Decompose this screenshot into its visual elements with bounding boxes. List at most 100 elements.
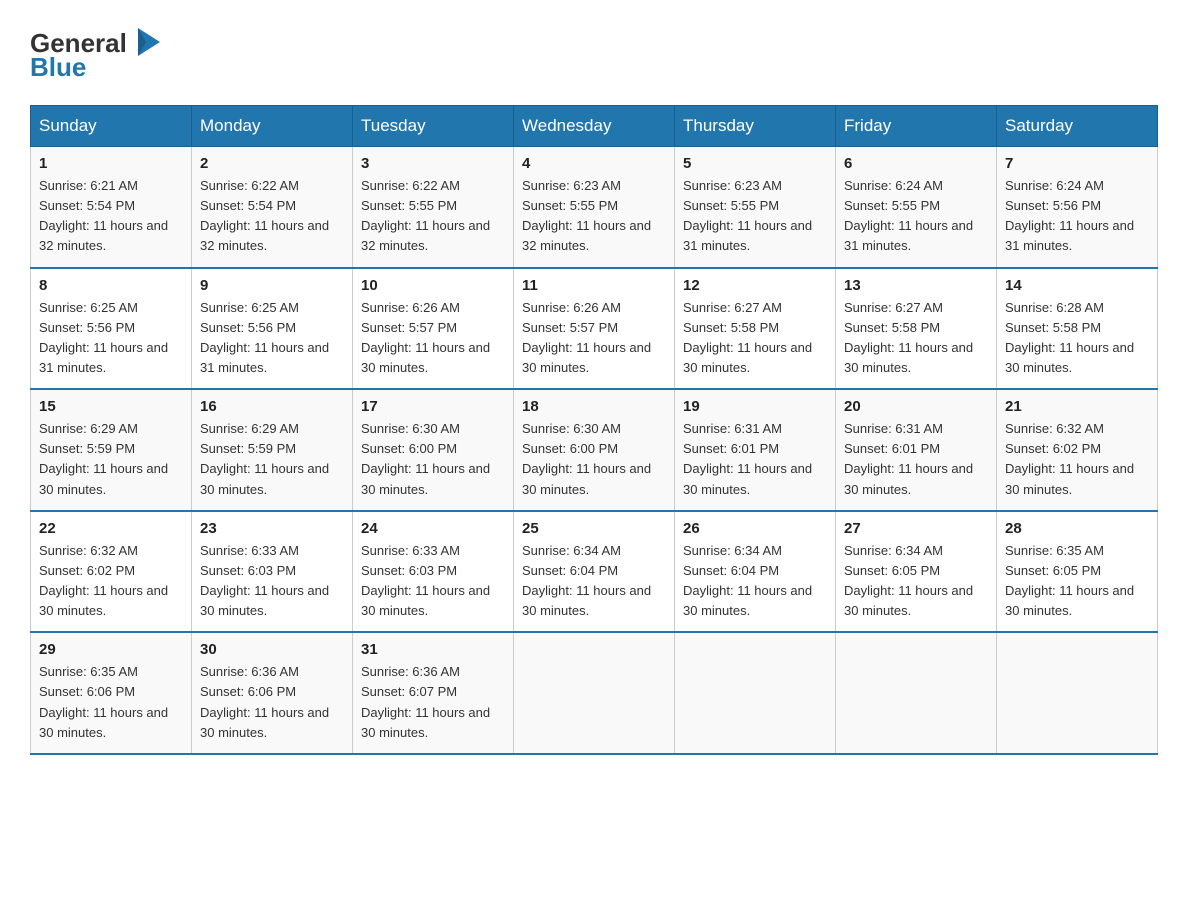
- day-info: Sunrise: 6:24 AMSunset: 5:55 PMDaylight:…: [844, 176, 988, 257]
- day-info: Sunrise: 6:29 AMSunset: 5:59 PMDaylight:…: [39, 419, 183, 500]
- calendar-body: 1 Sunrise: 6:21 AMSunset: 5:54 PMDayligh…: [31, 147, 1158, 754]
- day-number: 3: [361, 155, 505, 172]
- day-number: 29: [39, 641, 183, 658]
- day-cell-27: 27 Sunrise: 6:34 AMSunset: 6:05 PMDaylig…: [836, 511, 997, 633]
- day-number: 26: [683, 520, 827, 537]
- empty-cell: [836, 632, 997, 754]
- day-cell-2: 2 Sunrise: 6:22 AMSunset: 5:54 PMDayligh…: [192, 147, 353, 268]
- day-cell-7: 7 Sunrise: 6:24 AMSunset: 5:56 PMDayligh…: [997, 147, 1158, 268]
- day-number: 20: [844, 398, 988, 415]
- day-info: Sunrise: 6:33 AMSunset: 6:03 PMDaylight:…: [361, 541, 505, 622]
- empty-cell: [997, 632, 1158, 754]
- day-number: 27: [844, 520, 988, 537]
- day-cell-25: 25 Sunrise: 6:34 AMSunset: 6:04 PMDaylig…: [514, 511, 675, 633]
- day-info: Sunrise: 6:25 AMSunset: 5:56 PMDaylight:…: [39, 298, 183, 379]
- day-info: Sunrise: 6:26 AMSunset: 5:57 PMDaylight:…: [522, 298, 666, 379]
- day-cell-3: 3 Sunrise: 6:22 AMSunset: 5:55 PMDayligh…: [353, 147, 514, 268]
- day-number: 16: [200, 398, 344, 415]
- day-cell-24: 24 Sunrise: 6:33 AMSunset: 6:03 PMDaylig…: [353, 511, 514, 633]
- day-cell-29: 29 Sunrise: 6:35 AMSunset: 6:06 PMDaylig…: [31, 632, 192, 754]
- day-header-wednesday: Wednesday: [514, 106, 675, 147]
- day-header-thursday: Thursday: [675, 106, 836, 147]
- week-row-1: 1 Sunrise: 6:21 AMSunset: 5:54 PMDayligh…: [31, 147, 1158, 268]
- week-row-5: 29 Sunrise: 6:35 AMSunset: 6:06 PMDaylig…: [31, 632, 1158, 754]
- day-info: Sunrise: 6:30 AMSunset: 6:00 PMDaylight:…: [522, 419, 666, 500]
- day-number: 31: [361, 641, 505, 658]
- day-cell-23: 23 Sunrise: 6:33 AMSunset: 6:03 PMDaylig…: [192, 511, 353, 633]
- day-number: 7: [1005, 155, 1149, 172]
- day-number: 23: [200, 520, 344, 537]
- day-header-friday: Friday: [836, 106, 997, 147]
- logo: General Blue: [30, 20, 170, 85]
- day-number: 28: [1005, 520, 1149, 537]
- day-number: 14: [1005, 277, 1149, 294]
- day-cell-30: 30 Sunrise: 6:36 AMSunset: 6:06 PMDaylig…: [192, 632, 353, 754]
- day-number: 6: [844, 155, 988, 172]
- empty-cell: [514, 632, 675, 754]
- day-info: Sunrise: 6:27 AMSunset: 5:58 PMDaylight:…: [683, 298, 827, 379]
- day-info: Sunrise: 6:23 AMSunset: 5:55 PMDaylight:…: [522, 176, 666, 257]
- day-header-monday: Monday: [192, 106, 353, 147]
- day-cell-12: 12 Sunrise: 6:27 AMSunset: 5:58 PMDaylig…: [675, 268, 836, 390]
- day-number: 2: [200, 155, 344, 172]
- day-number: 8: [39, 277, 183, 294]
- day-number: 24: [361, 520, 505, 537]
- day-info: Sunrise: 6:32 AMSunset: 6:02 PMDaylight:…: [1005, 419, 1149, 500]
- day-info: Sunrise: 6:22 AMSunset: 5:55 PMDaylight:…: [361, 176, 505, 257]
- day-number: 5: [683, 155, 827, 172]
- day-number: 4: [522, 155, 666, 172]
- day-info: Sunrise: 6:33 AMSunset: 6:03 PMDaylight:…: [200, 541, 344, 622]
- day-number: 15: [39, 398, 183, 415]
- day-cell-21: 21 Sunrise: 6:32 AMSunset: 6:02 PMDaylig…: [997, 389, 1158, 511]
- day-info: Sunrise: 6:35 AMSunset: 6:06 PMDaylight:…: [39, 662, 183, 743]
- day-cell-4: 4 Sunrise: 6:23 AMSunset: 5:55 PMDayligh…: [514, 147, 675, 268]
- day-header-tuesday: Tuesday: [353, 106, 514, 147]
- day-number: 30: [200, 641, 344, 658]
- day-cell-16: 16 Sunrise: 6:29 AMSunset: 5:59 PMDaylig…: [192, 389, 353, 511]
- day-info: Sunrise: 6:22 AMSunset: 5:54 PMDaylight:…: [200, 176, 344, 257]
- day-cell-31: 31 Sunrise: 6:36 AMSunset: 6:07 PMDaylig…: [353, 632, 514, 754]
- day-cell-17: 17 Sunrise: 6:30 AMSunset: 6:00 PMDaylig…: [353, 389, 514, 511]
- day-info: Sunrise: 6:31 AMSunset: 6:01 PMDaylight:…: [844, 419, 988, 500]
- day-info: Sunrise: 6:31 AMSunset: 6:01 PMDaylight:…: [683, 419, 827, 500]
- week-row-3: 15 Sunrise: 6:29 AMSunset: 5:59 PMDaylig…: [31, 389, 1158, 511]
- day-header-sunday: Sunday: [31, 106, 192, 147]
- day-info: Sunrise: 6:21 AMSunset: 5:54 PMDaylight:…: [39, 176, 183, 257]
- day-info: Sunrise: 6:36 AMSunset: 6:07 PMDaylight:…: [361, 662, 505, 743]
- day-info: Sunrise: 6:36 AMSunset: 6:06 PMDaylight:…: [200, 662, 344, 743]
- day-header-saturday: Saturday: [997, 106, 1158, 147]
- day-cell-1: 1 Sunrise: 6:21 AMSunset: 5:54 PMDayligh…: [31, 147, 192, 268]
- day-info: Sunrise: 6:27 AMSunset: 5:58 PMDaylight:…: [844, 298, 988, 379]
- day-cell-22: 22 Sunrise: 6:32 AMSunset: 6:02 PMDaylig…: [31, 511, 192, 633]
- day-cell-15: 15 Sunrise: 6:29 AMSunset: 5:59 PMDaylig…: [31, 389, 192, 511]
- day-cell-26: 26 Sunrise: 6:34 AMSunset: 6:04 PMDaylig…: [675, 511, 836, 633]
- logo-general-text: General Blue: [30, 20, 170, 85]
- day-cell-28: 28 Sunrise: 6:35 AMSunset: 6:05 PMDaylig…: [997, 511, 1158, 633]
- week-row-4: 22 Sunrise: 6:32 AMSunset: 6:02 PMDaylig…: [31, 511, 1158, 633]
- day-info: Sunrise: 6:28 AMSunset: 5:58 PMDaylight:…: [1005, 298, 1149, 379]
- calendar-table: SundayMondayTuesdayWednesdayThursdayFrid…: [30, 105, 1158, 755]
- day-info: Sunrise: 6:29 AMSunset: 5:59 PMDaylight:…: [200, 419, 344, 500]
- day-cell-8: 8 Sunrise: 6:25 AMSunset: 5:56 PMDayligh…: [31, 268, 192, 390]
- day-cell-14: 14 Sunrise: 6:28 AMSunset: 5:58 PMDaylig…: [997, 268, 1158, 390]
- day-number: 18: [522, 398, 666, 415]
- day-cell-19: 19 Sunrise: 6:31 AMSunset: 6:01 PMDaylig…: [675, 389, 836, 511]
- day-number: 1: [39, 155, 183, 172]
- day-number: 17: [361, 398, 505, 415]
- day-number: 21: [1005, 398, 1149, 415]
- day-info: Sunrise: 6:24 AMSunset: 5:56 PMDaylight:…: [1005, 176, 1149, 257]
- empty-cell: [675, 632, 836, 754]
- day-number: 19: [683, 398, 827, 415]
- day-cell-10: 10 Sunrise: 6:26 AMSunset: 5:57 PMDaylig…: [353, 268, 514, 390]
- week-row-2: 8 Sunrise: 6:25 AMSunset: 5:56 PMDayligh…: [31, 268, 1158, 390]
- day-cell-13: 13 Sunrise: 6:27 AMSunset: 5:58 PMDaylig…: [836, 268, 997, 390]
- calendar-header: SundayMondayTuesdayWednesdayThursdayFrid…: [31, 106, 1158, 147]
- svg-text:Blue: Blue: [30, 52, 86, 80]
- day-number: 11: [522, 277, 666, 294]
- day-number: 13: [844, 277, 988, 294]
- day-number: 9: [200, 277, 344, 294]
- day-number: 10: [361, 277, 505, 294]
- day-info: Sunrise: 6:35 AMSunset: 6:05 PMDaylight:…: [1005, 541, 1149, 622]
- day-info: Sunrise: 6:26 AMSunset: 5:57 PMDaylight:…: [361, 298, 505, 379]
- day-cell-11: 11 Sunrise: 6:26 AMSunset: 5:57 PMDaylig…: [514, 268, 675, 390]
